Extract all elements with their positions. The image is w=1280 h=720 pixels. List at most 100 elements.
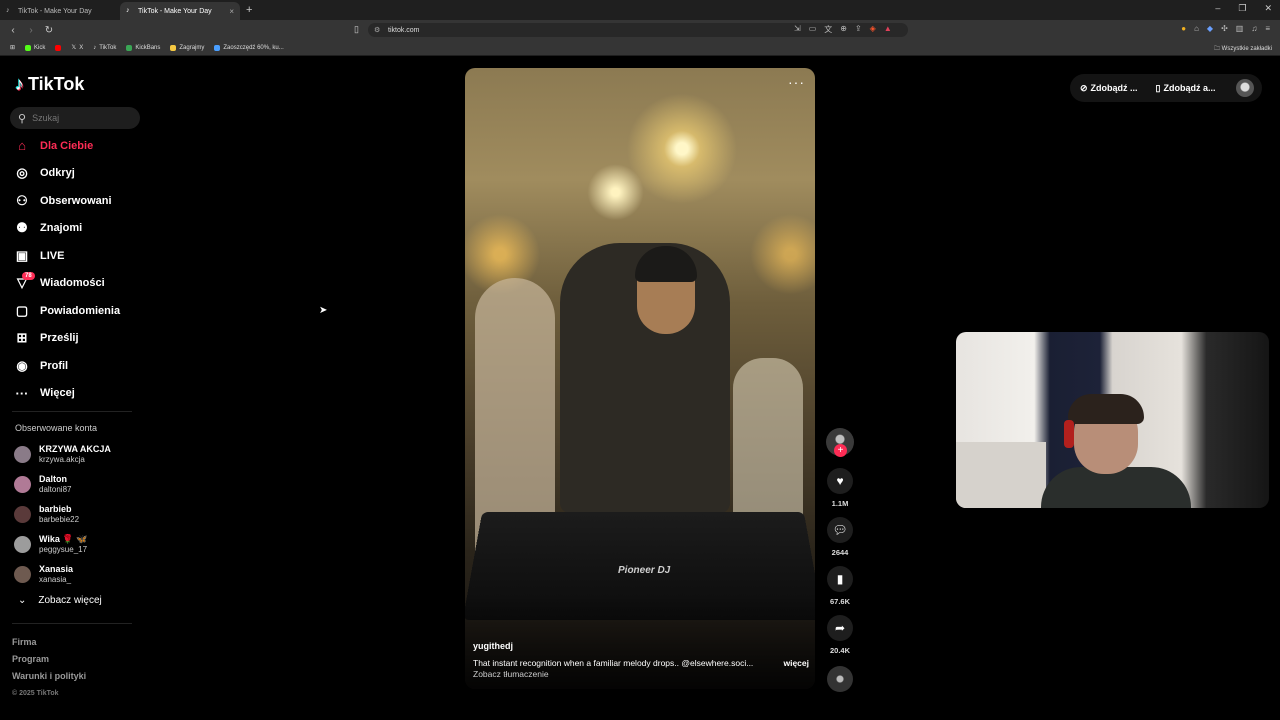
copyright: © 2025 TikTok (12, 690, 59, 697)
video-description: That instant recognition when a familiar… (473, 658, 809, 668)
puzzle-icon[interactable]: ✣ (1221, 24, 1228, 33)
following-icon: ⚇ (16, 192, 28, 208)
music-disc-icon[interactable] (827, 666, 853, 692)
heart-icon: ♥ (827, 468, 853, 494)
tiktok-favicon-icon: ♪ (6, 7, 10, 14)
bookmark-youtube[interactable] (55, 44, 62, 51)
x-icon: 𝕏 (71, 45, 77, 51)
brave-rewards-icon[interactable]: ▲ (884, 24, 892, 35)
nav-item-profile[interactable]: ◉ Profil (14, 352, 120, 380)
share-count: 20.4K (829, 646, 850, 655)
footer-link-terms[interactable]: Warunki i polityki (12, 668, 86, 685)
like-button[interactable]: ♥ 1.1M (826, 468, 854, 508)
avatar (14, 475, 31, 493)
search-icon[interactable]: ⚲ (18, 112, 26, 125)
get-coins-button[interactable]: ⊘ Zdobądź ... (1080, 83, 1138, 94)
close-window-icon[interactable]: ✕ (1264, 3, 1272, 14)
new-tab-icon[interactable]: + (246, 4, 252, 16)
save-button[interactable]: ▮ 67.6K (826, 566, 854, 606)
video-player[interactable]: Pioneer DJ ··· yugithedj That instant re… (465, 68, 815, 689)
bookmark-zagrajmy[interactable]: Zagrajmy (170, 44, 204, 51)
bookmark-x[interactable]: 𝕏X (71, 44, 83, 52)
footer-link-company[interactable]: Firma (12, 634, 86, 651)
sidebar-icon[interactable]: ▥ (1236, 24, 1244, 33)
nav-item-notifications[interactable]: ▢ Powiadomienia (14, 297, 120, 325)
forward-icon[interactable]: › (26, 25, 36, 36)
tiktok-logo[interactable]: ♪ TikTok (15, 74, 84, 95)
close-tab-icon[interactable]: × (229, 7, 234, 16)
apps-icon[interactable]: ⊞ (10, 44, 15, 51)
creator-avatar[interactable]: + (826, 428, 854, 457)
browser-tab-active[interactable]: ♪ TikTok - Make Your Day × (120, 2, 240, 20)
video-author[interactable]: yugithedj (473, 641, 513, 651)
account-item[interactable]: Wika 🌹 🦋 peggysue_17 (14, 529, 111, 559)
avatar (14, 505, 31, 523)
nav-item-explore[interactable]: ◎ Odkryj (14, 160, 120, 188)
description-more-link[interactable]: więcej (783, 658, 809, 668)
browser-tab[interactable]: ♪ TikTok - Make Your Day (0, 2, 120, 20)
nav-item-for-you[interactable]: ⌂ Dla Ciebie (14, 132, 120, 160)
webcam-scene-body (1041, 467, 1191, 508)
user-avatar[interactable] (1236, 79, 1254, 97)
search-bar[interactable]: ⚲ (10, 107, 140, 129)
see-more-button[interactable]: ⌄ Zobacz więcej (18, 595, 102, 606)
site-info-icon[interactable]: ⚙ (374, 26, 380, 34)
webcam-scene-bed (956, 442, 1046, 508)
vpn-icon[interactable]: ⌂ (1194, 24, 1199, 33)
back-icon[interactable]: ‹ (8, 25, 18, 36)
comment-count: 2644 (831, 548, 849, 557)
upload-icon: ⊞ (16, 330, 28, 346)
footer-link-program[interactable]: Program (12, 651, 86, 668)
avatar (14, 535, 31, 553)
video-scene-face (637, 280, 695, 334)
wallet-icon[interactable]: ● (1181, 24, 1186, 33)
nav-item-more[interactable]: ··· Więcej (14, 380, 120, 408)
bookmark-page-icon[interactable]: ▯ (354, 24, 359, 35)
media-icon[interactable]: ▭ (809, 24, 817, 35)
following-accounts-title: Obserwowane konta (15, 423, 98, 433)
reload-icon[interactable]: ↻ (44, 25, 54, 36)
sidebar-footer: Firma Program Warunki i polityki © 2025 … (12, 634, 86, 702)
brave-shield-icon[interactable]: ◈ (870, 24, 876, 35)
minimize-icon[interactable]: – (1215, 3, 1220, 14)
comment-icon: 💬︎ (827, 517, 853, 543)
bookmark-promo[interactable]: Zaoszczędź 60%, ku... (214, 44, 284, 51)
kickbans-icon (126, 44, 133, 51)
share-icon[interactable]: ⇪ (855, 24, 862, 35)
address-actions: ⇲ ▭ 文 ⊕ ⇪ ◈ ▲ (794, 24, 892, 35)
share-arrow-icon: ➦ (827, 615, 853, 641)
account-item[interactable]: KRZYWA AKCJA krzywa.akcja (14, 439, 111, 469)
follow-plus-icon[interactable]: + (834, 444, 847, 457)
cast-icon[interactable]: ⇲ (794, 24, 801, 35)
translate-icon[interactable]: 文 (824, 24, 832, 35)
comment-button[interactable]: 💬︎ 2644 (826, 517, 854, 557)
get-app-button[interactable]: ▯ Zdobądź a... (1156, 83, 1216, 94)
live-icon: ▣ (15, 247, 29, 263)
nav-item-messages[interactable]: ▽ 78 Wiadomości (14, 270, 120, 298)
bookmark-tiktok[interactable]: ♪ TikTok (93, 45, 116, 51)
music-icon[interactable]: ♫ (1251, 24, 1257, 33)
account-item[interactable]: barbieb barbebie22 (14, 499, 111, 529)
friends-icon: ⚉ (16, 220, 28, 236)
menu-icon[interactable]: ≡ (1265, 24, 1270, 33)
restore-icon[interactable]: ❐ (1238, 3, 1246, 14)
nav-item-live[interactable]: ▣ LIVE (14, 242, 120, 270)
tiktok-favicon-icon: ♪ (126, 7, 130, 14)
see-translation-link[interactable]: Zobacz tłumaczenie (473, 669, 549, 679)
video-more-options-icon[interactable]: ··· (788, 74, 805, 90)
zoom-icon[interactable]: ⊕ (840, 24, 847, 35)
youtube-icon (55, 44, 62, 51)
all-bookmarks[interactable]: 🗀 Wszystkie zakładki (1214, 44, 1272, 54)
nav-item-following[interactable]: ⚇ Obserwowani (14, 187, 120, 215)
account-item[interactable]: Dalton daltoni87 (14, 469, 111, 499)
browser-tab-bar: ♪ TikTok - Make Your Day ♪ TikTok - Make… (0, 0, 1280, 20)
search-input[interactable] (32, 113, 128, 123)
nav-item-upload[interactable]: ⊞ Prześlij (14, 325, 120, 353)
save-count: 67.6K (829, 597, 850, 606)
account-item[interactable]: Xanasia xanasia_ (14, 559, 111, 589)
bookmark-kickbans[interactable]: KickBans (126, 44, 160, 51)
extension-icon[interactable]: ◆ (1207, 24, 1213, 33)
nav-item-friends[interactable]: ⚉ Znajomi (14, 215, 120, 243)
bookmark-kick[interactable]: Kick (25, 44, 45, 51)
share-button[interactable]: ➦ 20.4K (826, 615, 854, 655)
